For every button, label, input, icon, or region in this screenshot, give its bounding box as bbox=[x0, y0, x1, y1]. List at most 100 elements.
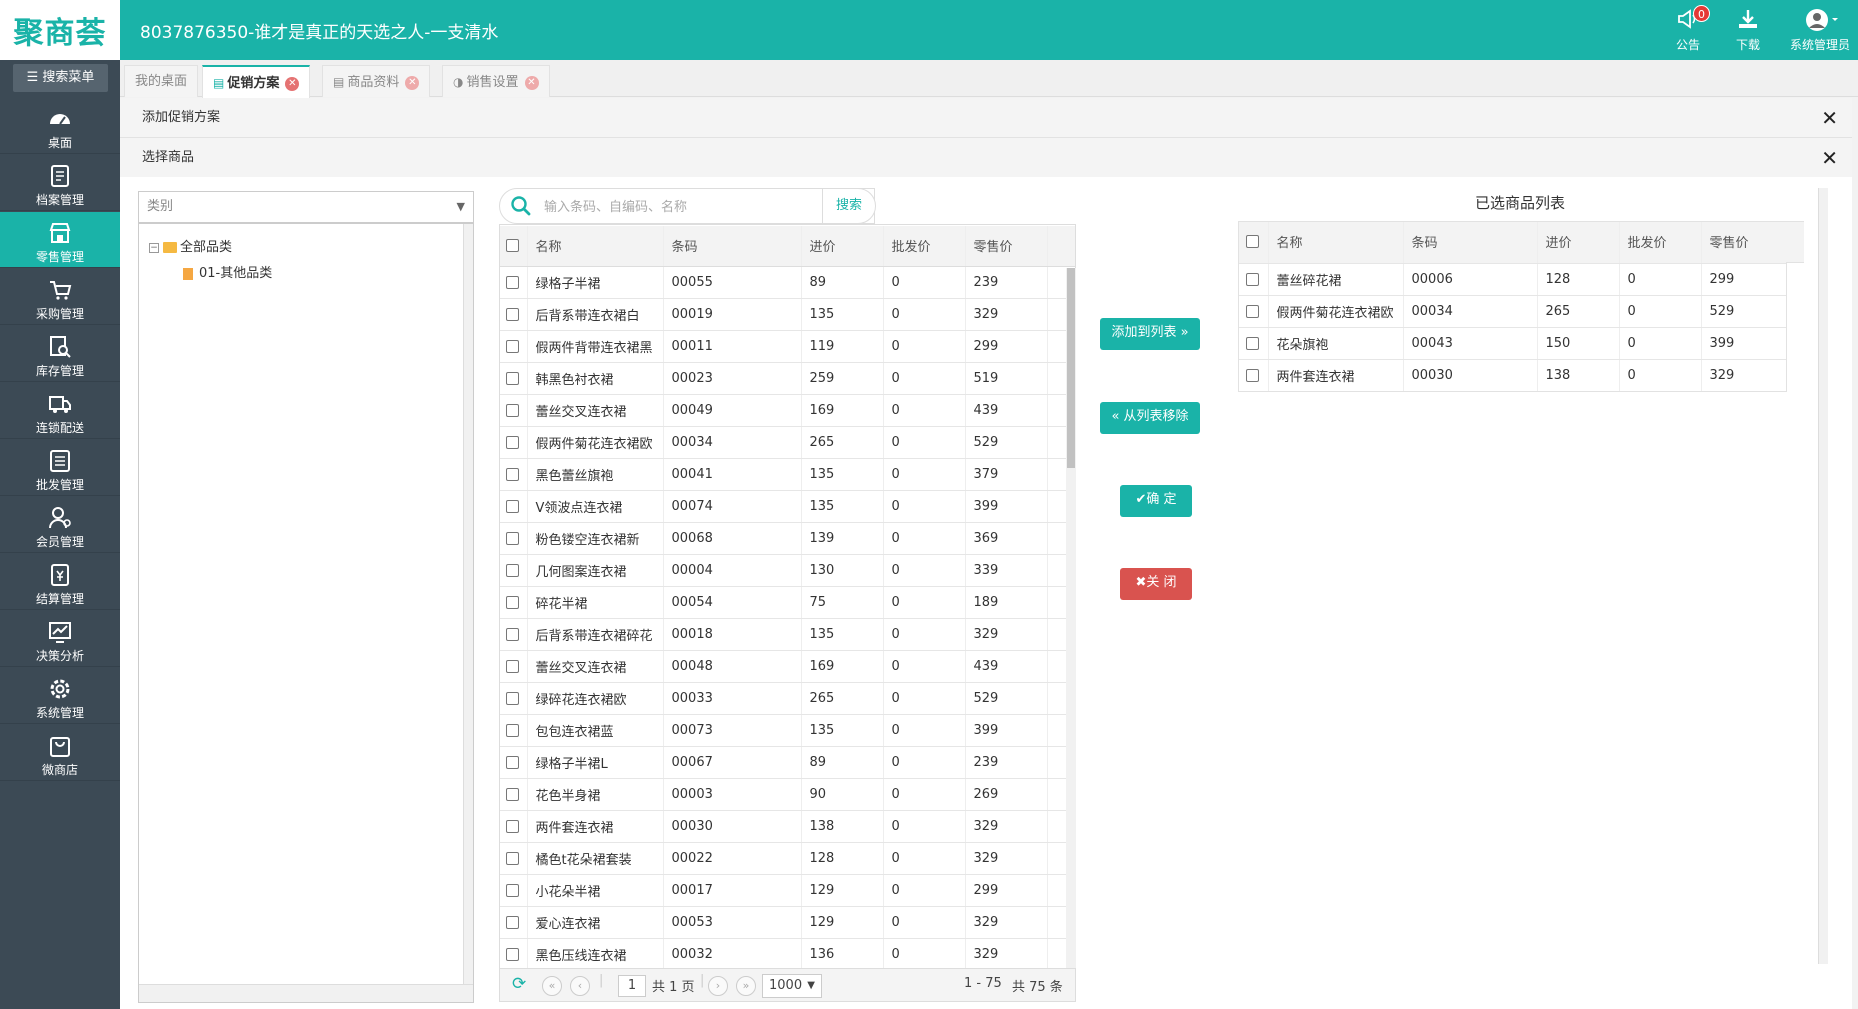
sidebar-item-analysis[interactable]: 决策分析 bbox=[0, 611, 120, 667]
sidebar-item-member[interactable]: 会员管理 bbox=[0, 497, 120, 553]
download-button[interactable]: 下载 bbox=[1718, 8, 1778, 54]
row-checkbox[interactable] bbox=[499, 842, 528, 875]
table-row[interactable]: V领波点连衣裙 00074 135 0 399 bbox=[499, 490, 1075, 523]
row-checkbox[interactable] bbox=[499, 906, 528, 939]
table-row[interactable]: 爱心连衣裙 00053 129 0 329 bbox=[499, 906, 1075, 939]
next-page-icon[interactable]: › bbox=[708, 976, 728, 996]
last-page-icon[interactable]: » bbox=[736, 976, 756, 996]
tree-node-root[interactable]: − 全部品类 bbox=[149, 236, 232, 255]
page-size-select[interactable]: 1000 ▼ bbox=[762, 974, 822, 998]
search-input[interactable] bbox=[544, 195, 814, 219]
table-row[interactable]: 包包连衣裙蓝 00073 135 0 399 bbox=[499, 714, 1075, 747]
table-row[interactable]: 橘色t花朵裙套装 00022 128 0 329 bbox=[499, 842, 1075, 875]
row-checkbox[interactable] bbox=[499, 266, 528, 299]
row-checkbox[interactable] bbox=[1238, 295, 1269, 328]
first-page-icon[interactable]: « bbox=[542, 976, 562, 996]
search-button[interactable]: 搜索 bbox=[822, 188, 876, 224]
table-row[interactable]: 花色半身裙 00003 90 0 269 bbox=[499, 778, 1075, 811]
table-row[interactable]: 绿碎花连衣裙欧 00033 265 0 529 bbox=[499, 682, 1075, 715]
row-checkbox[interactable] bbox=[1238, 263, 1269, 296]
table-row[interactable]: 蕾丝交叉连衣裙 00048 169 0 439 bbox=[499, 650, 1075, 683]
table-row[interactable]: 假两件菊花连衣裙欧 00034 265 0 529 bbox=[1238, 295, 1787, 328]
row-checkbox[interactable] bbox=[499, 458, 528, 491]
table-row[interactable]: 两件套连衣裙 00030 138 0 329 bbox=[1238, 359, 1787, 392]
sidebar-item-archive[interactable]: 档案管理 bbox=[0, 155, 120, 211]
table-row[interactable]: 黑色蕾丝旗袍 00041 135 0 379 bbox=[499, 458, 1075, 491]
close-icon[interactable]: ✕ bbox=[524, 75, 539, 90]
add-to-list-button[interactable]: 添加到列表 » bbox=[1100, 318, 1200, 350]
category-select[interactable]: 类别 ▼ bbox=[138, 191, 474, 223]
column-header[interactable]: 批发价 bbox=[883, 226, 966, 267]
column-header[interactable]: 零售价 bbox=[1701, 221, 1787, 264]
table-row[interactable]: 花朵旗袍 00043 150 0 399 bbox=[1238, 327, 1787, 360]
notice-button[interactable]: 0 公告 bbox=[1658, 5, 1718, 54]
table-row[interactable]: 假两件菊花连衣裙欧 00034 265 0 529 bbox=[499, 426, 1075, 459]
table-row[interactable]: 几何图案连衣裙 00004 130 0 339 bbox=[499, 554, 1075, 587]
table-row[interactable]: 后背系带连衣裙碎花 00018 135 0 329 bbox=[499, 618, 1075, 651]
select-all-checkbox[interactable] bbox=[499, 226, 528, 267]
row-checkbox[interactable] bbox=[499, 586, 528, 619]
refresh-icon[interactable]: ⟳ bbox=[512, 974, 526, 994]
row-checkbox[interactable] bbox=[499, 618, 528, 651]
confirm-button[interactable]: ✔确 定 bbox=[1120, 485, 1192, 517]
row-checkbox[interactable] bbox=[499, 426, 528, 459]
row-checkbox[interactable] bbox=[499, 874, 528, 907]
table-row[interactable]: 蕾丝交叉连衣裙 00049 169 0 439 bbox=[499, 394, 1075, 427]
table-row[interactable]: 小花朵半裙 00017 129 0 299 bbox=[499, 874, 1075, 907]
page-number-input[interactable]: 1 bbox=[618, 975, 646, 997]
row-checkbox[interactable] bbox=[1238, 327, 1269, 360]
row-checkbox[interactable] bbox=[499, 810, 528, 843]
row-checkbox[interactable] bbox=[499, 714, 528, 747]
sidebar-item-dashboard[interactable]: 桌面 bbox=[0, 98, 120, 154]
table-row[interactable]: 绿格子半裙L 00067 89 0 239 bbox=[499, 746, 1075, 779]
right-panel-scrollbar[interactable] bbox=[1818, 188, 1828, 964]
remove-from-list-button[interactable]: « 从列表移除 bbox=[1100, 402, 1200, 434]
column-header[interactable]: 进价 bbox=[801, 226, 884, 267]
sidebar-item-inventory[interactable]: 库存管理 bbox=[0, 326, 120, 382]
collapse-icon[interactable]: − bbox=[149, 242, 159, 253]
sidebar-item-cart[interactable]: 采购管理 bbox=[0, 269, 120, 325]
row-checkbox[interactable] bbox=[499, 330, 528, 363]
table-row[interactable]: 蕾丝碎花裙 00006 128 0 299 bbox=[1238, 263, 1787, 296]
menu-search-button[interactable]: ☰ 搜索菜单 bbox=[13, 64, 108, 92]
tab-goods-info[interactable]: ▤ 商品资料 ✕ bbox=[322, 65, 431, 97]
tree-scrollbar[interactable] bbox=[463, 224, 473, 984]
row-checkbox[interactable] bbox=[499, 298, 528, 331]
row-checkbox[interactable] bbox=[499, 778, 528, 811]
row-checkbox[interactable] bbox=[499, 682, 528, 715]
sidebar-item-settlement[interactable]: 结算管理 bbox=[0, 554, 120, 610]
tree-horizontal-scrollbar[interactable] bbox=[139, 984, 473, 1002]
select-all-checkbox[interactable] bbox=[1238, 221, 1269, 264]
row-checkbox[interactable] bbox=[1238, 359, 1269, 392]
close-icon[interactable]: ✕ bbox=[285, 76, 300, 91]
table-row[interactable]: 韩黑色衬衣裙 00023 259 0 519 bbox=[499, 362, 1075, 395]
close-icon[interactable]: ✕ bbox=[1821, 138, 1838, 178]
table-row[interactable]: 粉色镂空连衣裙新 00068 139 0 369 bbox=[499, 522, 1075, 555]
sidebar-item-store[interactable]: 零售管理 bbox=[0, 212, 120, 268]
scrollbar-thumb[interactable] bbox=[1067, 268, 1075, 468]
tab-sales-settings[interactable]: ◑ 销售设置 ✕ bbox=[442, 65, 550, 97]
column-header[interactable]: 零售价 bbox=[965, 226, 1048, 267]
row-checkbox[interactable] bbox=[499, 394, 528, 427]
prev-page-icon[interactable]: ‹ bbox=[570, 976, 590, 996]
close-icon[interactable]: ✕ bbox=[1821, 98, 1838, 138]
sidebar-item-wholesale[interactable]: 批发管理 bbox=[0, 440, 120, 496]
row-checkbox[interactable] bbox=[499, 522, 528, 555]
column-header[interactable]: 进价 bbox=[1537, 221, 1620, 264]
user-menu[interactable]: 系统管理员 bbox=[1782, 8, 1858, 54]
sidebar-item-delivery[interactable]: 连锁配送 bbox=[0, 383, 120, 439]
column-header[interactable]: 条码 bbox=[663, 226, 802, 267]
row-checkbox[interactable] bbox=[499, 650, 528, 683]
row-checkbox[interactable] bbox=[499, 938, 528, 971]
table-row[interactable]: 碎花半裙 00054 75 0 189 bbox=[499, 586, 1075, 619]
row-checkbox[interactable] bbox=[499, 746, 528, 779]
column-header[interactable]: 条码 bbox=[1403, 221, 1538, 264]
column-header[interactable]: 名称 bbox=[1268, 221, 1404, 264]
table-row[interactable]: 后背系带连衣裙白 00019 135 0 329 bbox=[499, 298, 1075, 331]
sidebar-item-gear[interactable]: 系统管理 bbox=[0, 668, 120, 724]
table-row[interactable]: 黑色压线连衣裙 00032 136 0 329 bbox=[499, 938, 1075, 971]
table-row[interactable]: 绿格子半裙 00055 89 0 239 bbox=[499, 266, 1075, 299]
row-checkbox[interactable] bbox=[499, 362, 528, 395]
tab-my-desktop[interactable]: 我的桌面 bbox=[124, 65, 199, 97]
logo[interactable]: 聚商荟 bbox=[0, 0, 120, 60]
